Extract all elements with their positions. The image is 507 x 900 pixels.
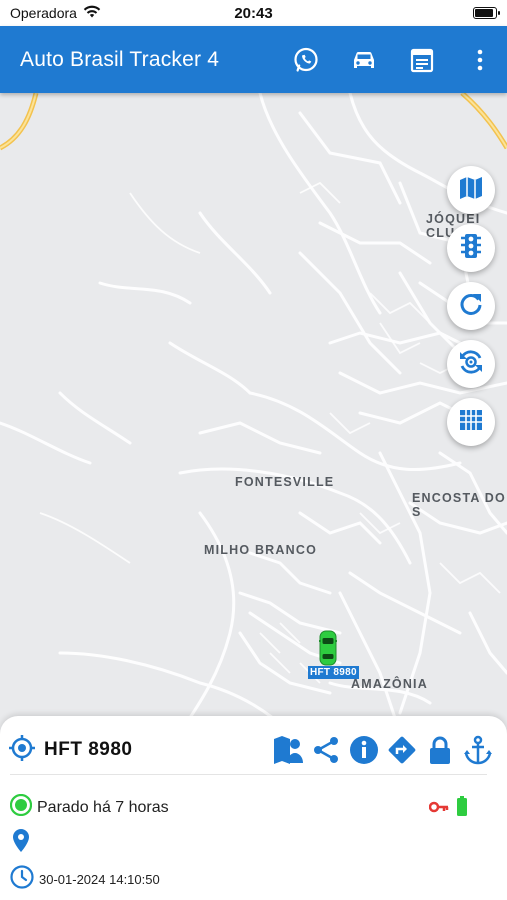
ignition-key-icon bbox=[428, 800, 449, 818]
clock-icon bbox=[10, 865, 34, 894]
traffic-button[interactable] bbox=[447, 224, 495, 272]
map-label-fontesville: FONTESVILLE bbox=[235, 475, 335, 489]
battery-status-icon bbox=[457, 796, 467, 821]
whatsapp-icon[interactable] bbox=[291, 45, 321, 75]
battery-icon bbox=[473, 7, 500, 19]
vehicle-panel: HFT 8980 Parado há 7 horas 30-01-2024 14… bbox=[0, 716, 507, 900]
map-label-encosta: ENCOSTA DO S bbox=[412, 491, 506, 519]
vehicle-name: HFT 8980 bbox=[44, 739, 133, 760]
status-text: Parado há 7 horas bbox=[37, 798, 169, 816]
location-pin-icon[interactable] bbox=[10, 828, 32, 859]
datetime-row: 30-01-2024 14:10:50 bbox=[10, 865, 160, 894]
status-row: Parado há 7 horas bbox=[9, 793, 169, 821]
status-ok-icon bbox=[9, 793, 33, 821]
map-layers-icon bbox=[458, 175, 484, 206]
crosshair-icon[interactable] bbox=[8, 734, 36, 767]
refresh-button[interactable] bbox=[447, 282, 495, 330]
share-icon[interactable] bbox=[311, 735, 341, 765]
grid-icon bbox=[458, 407, 484, 438]
grid-button[interactable] bbox=[447, 398, 495, 446]
clock-time: 20:43 bbox=[234, 4, 273, 22]
car-icon[interactable] bbox=[349, 45, 379, 75]
traffic-light-icon bbox=[458, 232, 484, 265]
panel-divider bbox=[10, 774, 487, 775]
more-vert-icon[interactable] bbox=[465, 45, 495, 75]
location-row bbox=[10, 828, 32, 859]
auto-refresh-button[interactable] bbox=[447, 340, 495, 388]
status-bar: Operadora 20:43 bbox=[0, 0, 507, 26]
lock-icon[interactable] bbox=[425, 735, 455, 765]
calendar-icon[interactable] bbox=[407, 45, 437, 75]
anchor-icon[interactable] bbox=[463, 735, 493, 765]
last-update-datetime: 30-01-2024 14:10:50 bbox=[39, 872, 160, 887]
carrier-label: Operadora bbox=[10, 5, 77, 21]
app-bar: Auto Brasil Tracker 4 bbox=[0, 26, 507, 93]
vehicle-header: HFT 8980 bbox=[8, 732, 493, 768]
wifi-icon bbox=[83, 5, 101, 21]
vehicle-status-icons bbox=[428, 796, 467, 821]
refresh-icon bbox=[458, 291, 484, 322]
map-layers-button[interactable] bbox=[447, 166, 495, 214]
map-label-milho-branco: MILHO BRANCO bbox=[204, 543, 318, 557]
vehicle-marker-label: HFT 8980 bbox=[308, 666, 359, 679]
auto-refresh-icon bbox=[457, 348, 485, 381]
map-label-amazonia: AMAZÔNIA bbox=[351, 677, 428, 691]
map-view[interactable]: JÓQUEI CLU FONTESVILLE ENCOSTA DO S MILH… bbox=[0, 93, 507, 733]
map-roads bbox=[0, 93, 507, 733]
map-person-icon[interactable] bbox=[273, 735, 303, 765]
vehicle-marker[interactable] bbox=[318, 630, 338, 666]
app-title: Auto Brasil Tracker 4 bbox=[20, 47, 220, 71]
info-icon[interactable] bbox=[349, 735, 379, 765]
directions-icon[interactable] bbox=[387, 735, 417, 765]
